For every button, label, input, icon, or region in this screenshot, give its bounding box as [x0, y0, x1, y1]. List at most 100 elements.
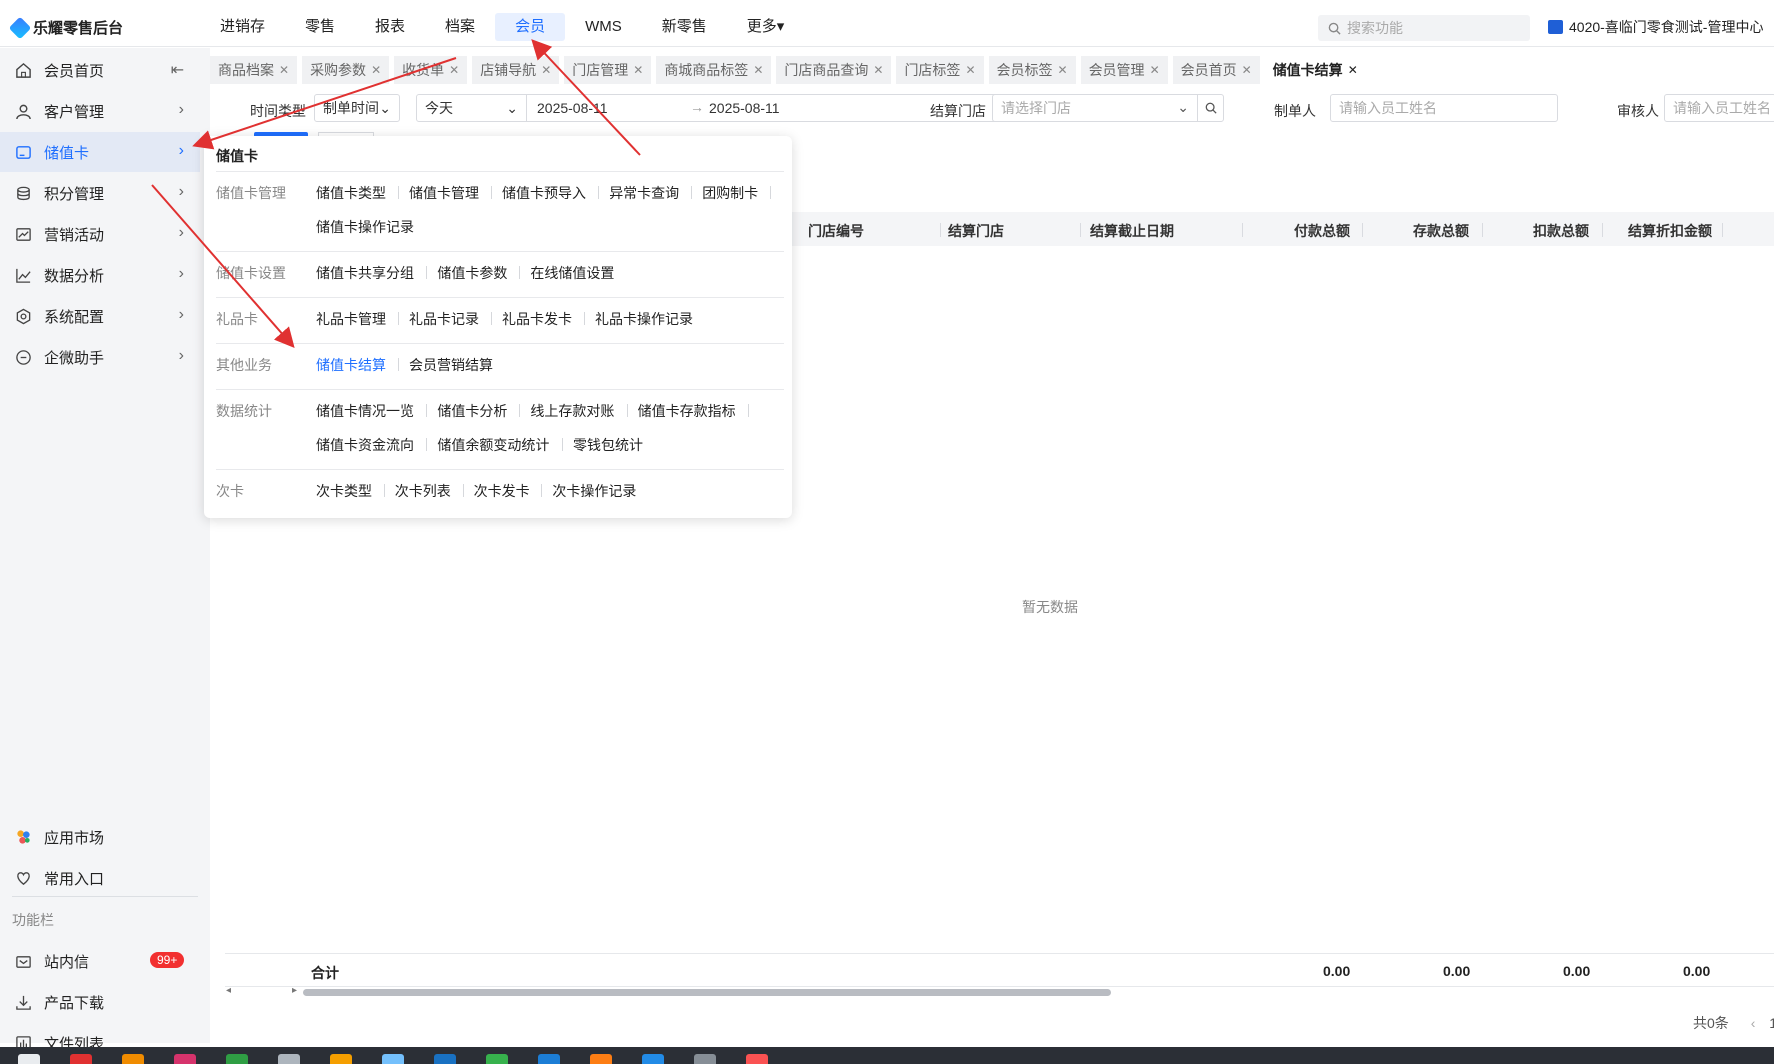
page-tab[interactable]: 门店标签 ✕ [896, 56, 984, 84]
page-tab[interactable]: 会员标签 ✕ [988, 56, 1076, 84]
taskbar-app-icon[interactable] [330, 1054, 352, 1064]
page-tab[interactable]: 收货单 ✕ [394, 56, 468, 84]
top-nav-item[interactable]: 报表 [355, 13, 425, 41]
taskbar-app-icon[interactable] [278, 1054, 300, 1064]
taskbar-app-icon[interactable] [382, 1054, 404, 1064]
page-number[interactable]: 1 [1769, 1015, 1774, 1031]
sidebar-tool[interactable]: 站内信 99+ [0, 941, 200, 981]
menu-link[interactable]: 储值卡管理 [409, 183, 479, 203]
menu-link[interactable]: 储值卡情况一览 [316, 401, 414, 421]
taskbar-app-icon[interactable] [590, 1054, 612, 1064]
menu-link[interactable]: 储值卡参数 [437, 263, 507, 283]
taskbar-app-icon[interactable] [70, 1054, 92, 1064]
sidebar-shortcut[interactable]: 常用入口 [0, 858, 200, 898]
menu-link[interactable]: 储值卡存款指标 [638, 401, 736, 421]
menu-link[interactable]: 次卡发卡 [474, 481, 530, 501]
sidebar-item[interactable]: 数据分析 › [0, 255, 200, 295]
menu-link[interactable]: 异常卡查询 [609, 183, 679, 203]
close-icon[interactable]: ✕ [873, 63, 883, 77]
column-header[interactable]: 门店编号 [808, 221, 864, 241]
taskbar-app-icon[interactable] [18, 1054, 40, 1064]
scroll-left-icon[interactable]: ◂ [226, 985, 231, 996]
time-type-select[interactable]: 制单时间 ⌄ [314, 94, 400, 122]
sidebar-item[interactable]: 储值卡 › [0, 132, 200, 172]
close-icon[interactable]: ✕ [965, 63, 975, 77]
close-icon[interactable]: ✕ [1242, 63, 1252, 77]
menu-link[interactable]: 储值卡资金流向 [316, 435, 414, 455]
menu-link[interactable]: 礼品卡操作记录 [595, 309, 693, 329]
menu-link[interactable]: 零钱包统计 [573, 435, 643, 455]
top-nav-item[interactable]: 更多▾ [727, 13, 805, 41]
date-range-picker[interactable]: 今天 ⌄ 2025-08-11 → 2025-08-11 [416, 94, 1090, 122]
page-tab[interactable]: 采购参数 ✕ [302, 56, 390, 84]
sidebar-item[interactable]: 系统配置 › [0, 296, 200, 336]
menu-link[interactable]: 储值卡共享分组 [316, 263, 414, 283]
menu-link[interactable]: 礼品卡记录 [409, 309, 479, 329]
menu-link[interactable]: 线上存款对账 [530, 401, 614, 421]
sidebar-tool[interactable]: 产品下载 [0, 982, 200, 1022]
page-tab[interactable]: 会员首页 ✕ [1172, 56, 1260, 84]
column-header[interactable]: 结算截止日期 [1090, 221, 1174, 241]
close-icon[interactable]: ✕ [541, 63, 551, 77]
close-icon[interactable]: ✕ [1348, 63, 1358, 77]
horizontal-scrollbar[interactable] [303, 989, 1111, 996]
close-icon[interactable]: ✕ [371, 63, 381, 77]
page-tab[interactable]: 门店商品查询 ✕ [776, 56, 892, 84]
page-tab[interactable]: 商城商品标签 ✕ [656, 56, 772, 84]
page-tab[interactable]: 会员管理 ✕ [1080, 56, 1168, 84]
menu-link[interactable]: 次卡列表 [395, 481, 451, 501]
top-nav-item[interactable]: 新零售 [642, 13, 727, 41]
page-tab[interactable]: 门店管理 ✕ [564, 56, 652, 84]
menu-link[interactable]: 储值卡操作记录 [316, 217, 414, 237]
taskbar-app-icon[interactable] [122, 1054, 144, 1064]
menu-link[interactable]: 储值卡结算 [316, 355, 386, 375]
sidebar-item[interactable]: 企微助手 › [0, 337, 200, 377]
tenant-switcher[interactable]: 4020-喜临门零食测试-管理中心 [1548, 17, 1763, 37]
sidebar-item[interactable]: 积分管理 › [0, 173, 200, 213]
scroll-right-icon[interactable]: ▸ [292, 985, 297, 996]
taskbar-app-icon[interactable] [174, 1054, 196, 1064]
top-nav-item[interactable]: 零售 [285, 13, 355, 41]
sidebar-shortcut[interactable]: 应用市场 [0, 817, 200, 857]
collapse-icon[interactable]: ⇤ [171, 60, 184, 80]
date-end[interactable]: 2025-08-11 [709, 100, 780, 116]
search-input[interactable]: 搜索功能 [1318, 15, 1530, 41]
app-logo[interactable]: 乐耀零售后台 [8, 16, 123, 39]
top-nav-item[interactable]: 档案 [425, 13, 495, 41]
close-icon[interactable]: ✕ [449, 63, 459, 77]
close-icon[interactable]: ✕ [1150, 63, 1160, 77]
auditor-input[interactable]: 请输入员工姓名 [1664, 94, 1774, 122]
sidebar-item[interactable]: 会员首页 ⇤ [0, 50, 200, 90]
sidebar-item[interactable]: 营销活动 › [0, 214, 200, 254]
column-header[interactable]: 付款总额 [1294, 221, 1350, 241]
column-header[interactable]: 扣款总额 [1533, 221, 1589, 241]
taskbar-app-icon[interactable] [226, 1054, 248, 1064]
close-icon[interactable]: ✕ [1058, 63, 1068, 77]
menu-link[interactable]: 次卡操作记录 [552, 481, 636, 501]
close-icon[interactable]: ✕ [753, 63, 763, 77]
prev-page-button[interactable]: ‹ [1751, 1015, 1756, 1031]
top-nav-item[interactable]: 会员 [495, 13, 566, 41]
page-tab[interactable]: 储值卡结算 ✕ [1264, 56, 1366, 84]
page-tab[interactable]: 店铺导航 ✕ [472, 56, 560, 84]
column-header[interactable]: 存款总额 [1413, 221, 1469, 241]
page-tab[interactable]: 商品档案 ✕ [210, 56, 298, 84]
top-nav-item[interactable]: 进销存 [200, 13, 285, 41]
taskbar-app-icon[interactable] [642, 1054, 664, 1064]
taskbar-app-icon[interactable] [434, 1054, 456, 1064]
date-preset-select[interactable]: 今天 ⌄ [417, 95, 527, 121]
close-icon[interactable]: ✕ [279, 63, 289, 77]
menu-link[interactable]: 储值余额变动统计 [437, 435, 549, 455]
menu-link[interactable]: 团购制卡 [702, 183, 758, 203]
date-start[interactable]: 2025-08-11 [537, 100, 608, 116]
menu-link[interactable]: 储值卡类型 [316, 183, 386, 203]
column-header[interactable]: 结算折扣金额 [1628, 221, 1712, 241]
close-icon[interactable]: ✕ [633, 63, 643, 77]
store-select[interactable]: 请选择门店 ⌄ [992, 94, 1224, 122]
menu-link[interactable]: 礼品卡管理 [316, 309, 386, 329]
menu-link[interactable]: 储值卡分析 [437, 401, 507, 421]
taskbar-app-icon[interactable] [694, 1054, 716, 1064]
store-search-button[interactable] [1197, 95, 1223, 121]
menu-link[interactable]: 在线储值设置 [530, 263, 614, 283]
taskbar-app-icon[interactable] [486, 1054, 508, 1064]
